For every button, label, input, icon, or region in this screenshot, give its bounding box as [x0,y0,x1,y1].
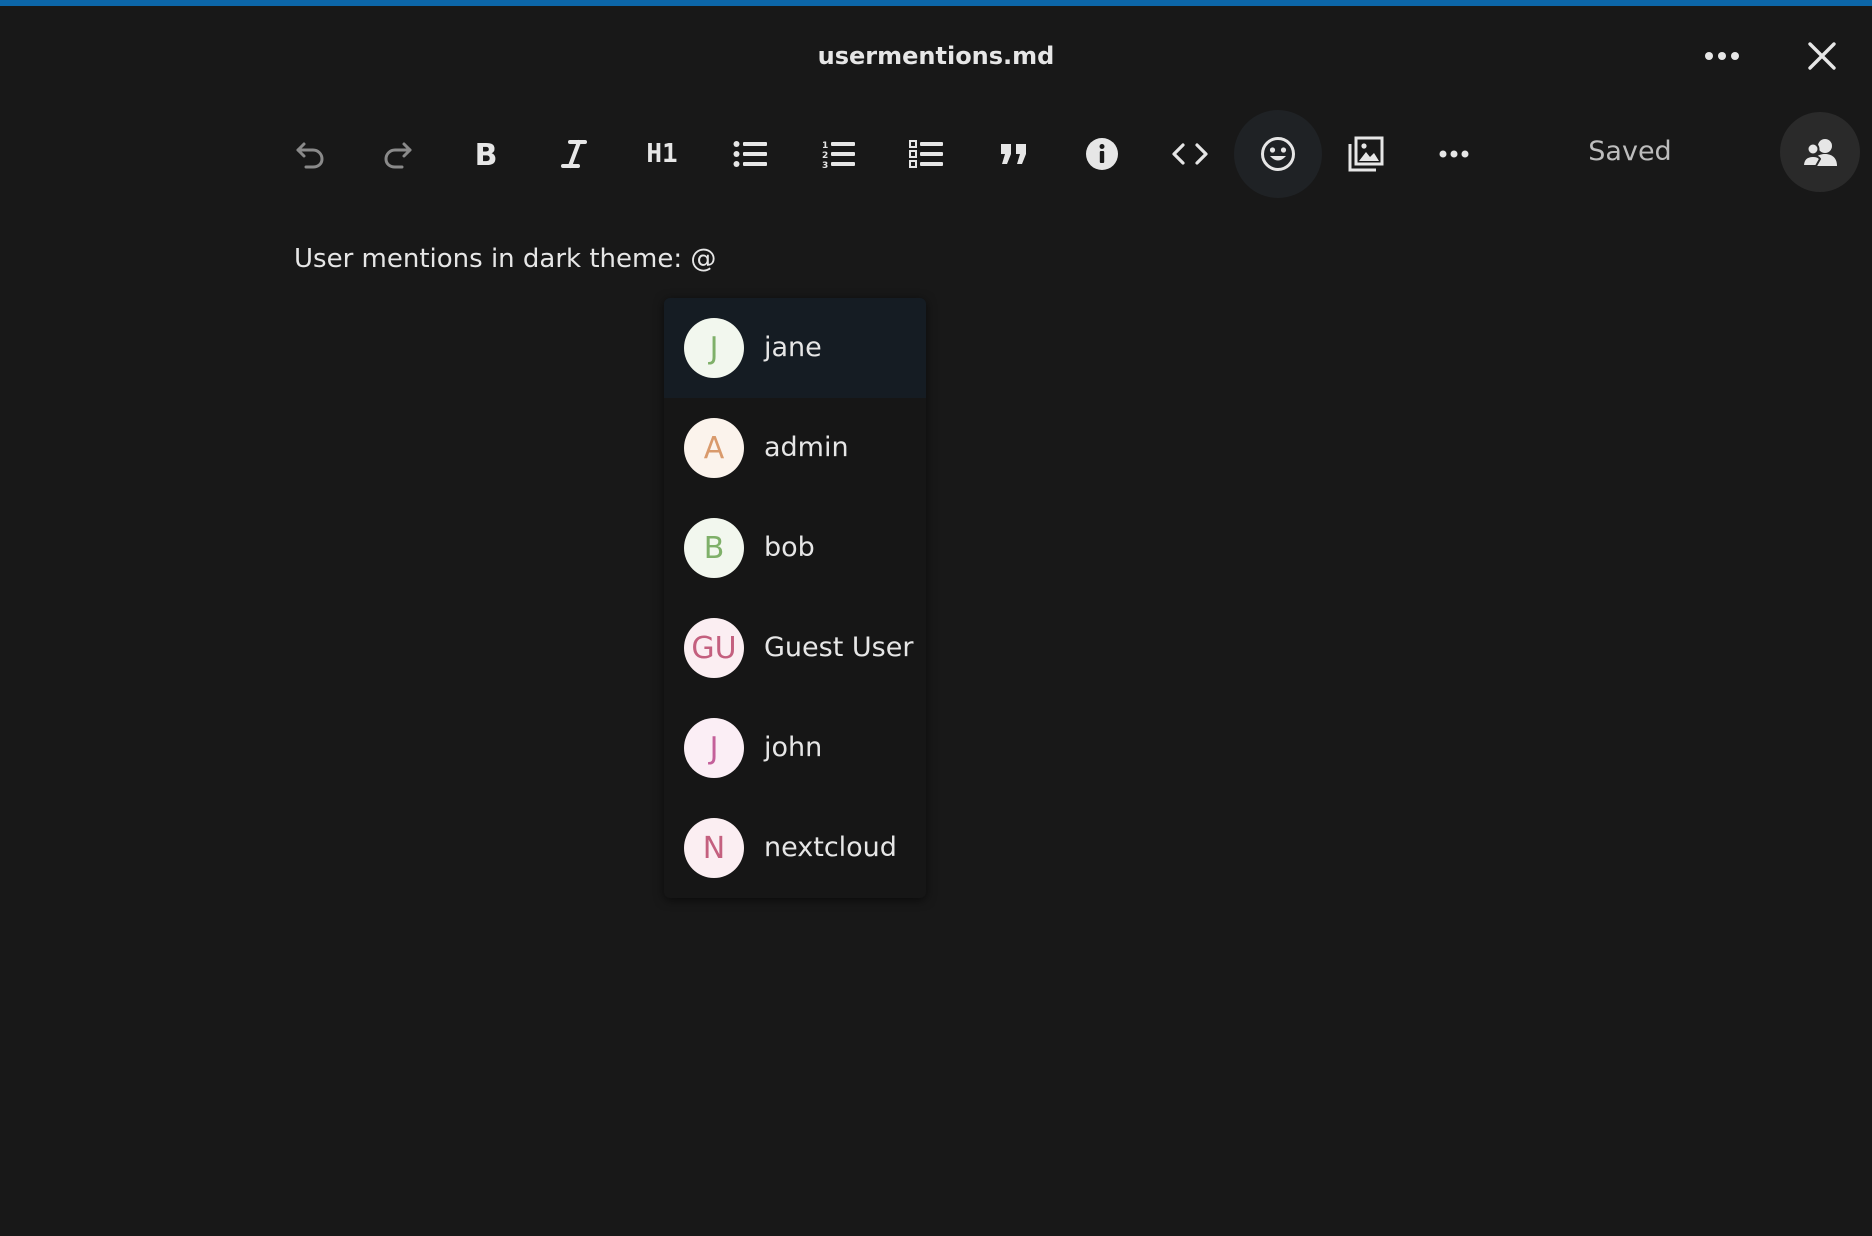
mention-item-guest-user[interactable]: GU Guest User [664,598,926,698]
mention-name: admin [764,432,849,463]
svg-text:2: 2 [822,151,828,161]
mention-name: nextcloud [764,832,897,863]
ellipsis-horizontal-icon [1439,150,1469,158]
document-title: usermentions.md [817,42,1055,70]
checklist-icon [909,140,943,168]
bullet-list-icon [733,141,767,167]
collaborators-button[interactable] [1780,112,1860,192]
blockquote-button[interactable] [970,110,1058,198]
close-button[interactable] [1798,32,1846,80]
mention-name: john [764,732,823,763]
mention-name: Guest User [764,632,914,663]
more-actions-button[interactable] [1410,110,1498,198]
close-icon [1808,42,1836,70]
formatting-toolbar: B H1 1 2 3 Saved [0,110,1872,202]
callout-button[interactable] [1058,110,1146,198]
task-list-button[interactable] [882,110,970,198]
mention-name: jane [764,332,822,363]
code-block-button[interactable] [1146,110,1234,198]
svg-text:B: B [475,139,498,169]
info-icon [1086,138,1118,170]
undo-button[interactable] [266,110,354,198]
bold-icon: B [475,139,498,169]
emoji-button[interactable] [1234,110,1322,198]
avatar: A [684,418,744,478]
avatar: J [684,718,744,778]
header: usermentions.md [0,6,1872,106]
quote-icon [1001,144,1026,164]
image-gallery-icon [1348,136,1384,172]
mention-item-admin[interactable]: A admin [664,398,926,498]
heading-button[interactable]: H1 [618,110,706,198]
mention-item-john[interactable]: J john [664,698,926,798]
mention-item-jane[interactable]: J jane [664,298,926,398]
svg-text:3: 3 [822,161,828,169]
mention-item-bob[interactable]: B bob [664,498,926,598]
undo-icon [296,142,324,169]
ordered-list-button[interactable]: 1 2 3 [794,110,882,198]
redo-icon [384,142,412,169]
mention-item-nextcloud[interactable]: N nextcloud [664,798,926,898]
bold-button[interactable]: B [442,110,530,198]
editor-content[interactable]: User mentions in dark theme: @ [294,244,716,274]
mention-suggestions-popup: J jane A admin B bob GU Guest User J joh… [664,298,926,898]
code-icon [1172,143,1208,165]
avatar: B [684,518,744,578]
ordered-list-icon: 1 2 3 [822,141,855,169]
avatar: GU [684,618,744,678]
ellipsis-horizontal-icon [1705,52,1739,60]
save-status: Saved [1588,136,1672,167]
bullet-list-button[interactable] [706,110,794,198]
svg-text:1: 1 [822,141,828,151]
avatar: N [684,818,744,878]
more-options-button[interactable] [1698,32,1746,80]
avatar: J [684,318,744,378]
italic-icon [561,140,587,168]
users-icon [1802,139,1837,167]
redo-button[interactable] [354,110,442,198]
italic-button[interactable] [530,110,618,198]
mention-name: bob [764,532,815,563]
emoji-icon [1261,137,1295,171]
heading-icon: H1 [646,139,678,169]
insert-image-button[interactable] [1322,110,1410,198]
